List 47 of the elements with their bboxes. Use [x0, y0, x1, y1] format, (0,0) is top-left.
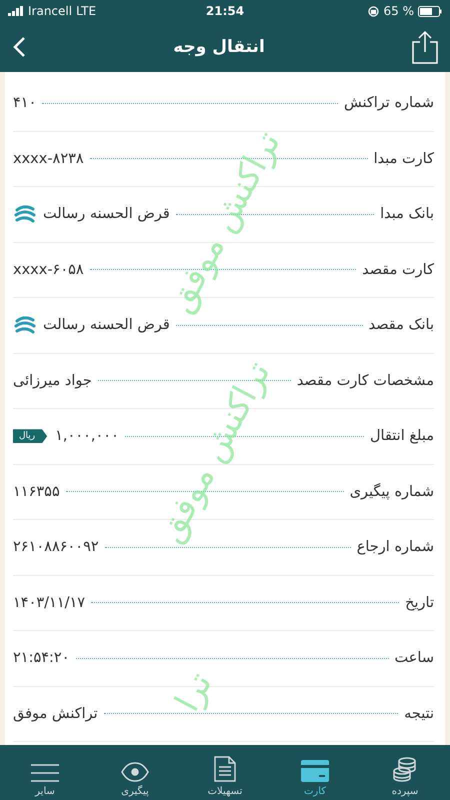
field-label: مشخصات کارت مقصد [296, 372, 434, 389]
field-label: شماره تراکنش [344, 95, 434, 112]
success-text: تراکنش موفق [150, 354, 279, 550]
nav-tab[interactable]: سایر [0, 745, 90, 800]
field-label: نتیجه [404, 706, 434, 722]
field-value: ۱,۰۰۰,۰۰۰ [55, 428, 119, 444]
field-label: بانک مبدا [380, 206, 434, 222]
field-label: کارت مبدا [374, 150, 434, 167]
nav-tab[interactable]: سپرده [360, 745, 450, 800]
carrier-name: Irancell [28, 4, 72, 18]
field-label: ساعت [394, 650, 434, 666]
battery-icon [418, 6, 442, 16]
nav-tab[interactable]: پیگیری [90, 745, 180, 800]
card-icon [301, 760, 329, 782]
menu-icon [31, 764, 59, 782]
network-type: LTE [76, 4, 96, 18]
field-value: ۴۱۰ [13, 95, 36, 112]
document-icon [214, 756, 236, 782]
field-label: تاریخ [405, 594, 434, 611]
field-label: شماره پیگیری [350, 484, 434, 500]
field-value: قرض الحسنه رسالت [43, 206, 170, 222]
page-title: انتقال وجه [173, 37, 265, 57]
field-value: xxxx-۶۰۵۸ [13, 262, 84, 278]
field-value: ۲۶۱۰۸۸۶۰۰۹۲ [13, 539, 99, 556]
eye-icon [121, 762, 149, 782]
nav-tab[interactable]: کارت [270, 745, 360, 800]
share-icon[interactable] [412, 30, 438, 64]
field-value: ۲۱:۵۴:۲۰ [13, 650, 70, 666]
coins-icon [392, 756, 418, 782]
rotation-lock-icon [368, 6, 380, 16]
field-label: کارت مقصد [362, 262, 434, 278]
clock-time: 21:54 [206, 4, 244, 18]
signal-icon [8, 6, 24, 16]
success-text: ترا [167, 666, 220, 718]
nav-tab[interactable]: تسهیلات [180, 745, 270, 800]
field-value: ۱۴۰۳/۱۱/۱۷ [13, 594, 86, 611]
field-label: بانک مقصد [368, 317, 434, 334]
field-value: ۱۱۶۳۵۵ [13, 484, 60, 500]
battery-percent: 65 % [383, 4, 414, 18]
currency-badge: ریال [13, 429, 48, 444]
field-value: جواد میرزائی [13, 372, 92, 389]
field-label: شماره ارجاع [356, 539, 434, 556]
field-value: xxxx-۸۲۳۸ [13, 150, 84, 167]
field-label: مبلغ انتقال [370, 428, 434, 444]
field-value: قرض الحسنه رسالت [43, 317, 170, 334]
back-icon[interactable] [12, 36, 26, 58]
field-value: تراکنش موفق [13, 706, 98, 722]
